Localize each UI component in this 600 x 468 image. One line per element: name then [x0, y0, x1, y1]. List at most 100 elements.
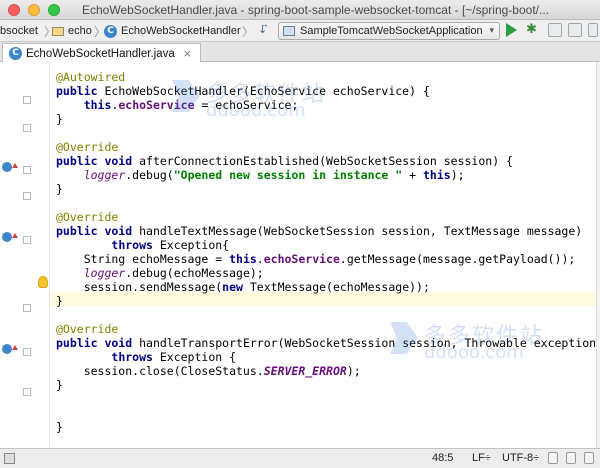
- coverage-icon[interactable]: [548, 23, 562, 37]
- code-token: }: [56, 378, 63, 392]
- debug-bug-icon[interactable]: ✱: [526, 22, 537, 37]
- window-titlebar: EchoWebSocketHandler.java - spring-boot-…: [0, 0, 600, 20]
- code-line[interactable]: logger.debug("Opened new session in inst…: [56, 168, 465, 182]
- code-line[interactable]: session.close(CloseStatus.SERVER_ERROR);: [56, 364, 361, 378]
- breadcrumb-class-label: EchoWebSocketHandler: [121, 25, 241, 37]
- lightbulb-icon[interactable]: [38, 276, 48, 288]
- code-token: handleTextMessage(WebSocketSession sessi…: [132, 224, 583, 238]
- code-token: afterConnectionEstablished(WebSocketSess…: [132, 154, 513, 168]
- code-token: TextMessage(echoMessage));: [242, 280, 430, 294]
- code-line[interactable]: String echoMessage = this.echoService.ge…: [56, 252, 576, 266]
- fold-marker-icon[interactable]: [23, 236, 31, 244]
- run-configuration-select[interactable]: SampleTomcatWebSocketApplication ▾: [278, 22, 500, 40]
- code-token: session.close(CloseStatus.: [56, 364, 264, 378]
- code-line[interactable]: @Override: [56, 322, 118, 336]
- code-editor[interactable]: @Autowired public EchoWebSocketHandler(Ec…: [0, 62, 600, 448]
- fold-marker-icon[interactable]: [23, 124, 31, 132]
- code-token: logger: [83, 266, 126, 280]
- code-line[interactable]: @Override: [56, 140, 118, 154]
- stop-icon[interactable]: [568, 23, 582, 37]
- tool-windows-icon[interactable]: [4, 453, 15, 464]
- file-encoding[interactable]: UTF-8÷: [502, 452, 539, 464]
- line-separator[interactable]: LF÷: [472, 452, 491, 464]
- code-token: .debug(: [125, 168, 174, 182]
- code-line[interactable]: }: [56, 112, 63, 126]
- code-token: public void: [56, 224, 133, 238]
- sort-descending-icon[interactable]: ↓⃗: [258, 23, 267, 36]
- code-line[interactable]: @Autowired: [56, 70, 125, 84]
- status-bar: 48:5 LF÷ UTF-8÷: [0, 448, 600, 468]
- class-icon: C: [104, 24, 117, 38]
- code-line[interactable]: public EchoWebSocketHandler(EchoService …: [56, 84, 430, 98]
- code-token: .debug(echoMessage);: [125, 266, 264, 280]
- window-minimize-button[interactable]: [28, 4, 40, 16]
- fold-marker-icon[interactable]: [23, 388, 31, 396]
- code-line[interactable]: public void handleTextMessage(WebSocketS…: [56, 224, 582, 238]
- code-token: .getMessage(message.getPayload());: [339, 252, 576, 266]
- code-token: = echoService;: [194, 98, 299, 112]
- code-token: }: [56, 294, 63, 308]
- breadcrumb-class[interactable]: C EchoWebSocketHandler: [104, 20, 241, 42]
- code-token: }: [56, 420, 63, 434]
- chevron-down-icon: ▾: [489, 25, 494, 35]
- code-line[interactable]: session.sendMessage(new TextMessage(echo…: [56, 280, 430, 294]
- override-marker-icon[interactable]: [2, 162, 18, 172]
- code-token: this: [229, 252, 257, 266]
- inspector-icon[interactable]: [566, 452, 576, 464]
- fold-marker-icon[interactable]: [23, 96, 31, 104]
- fold-marker-icon[interactable]: [23, 348, 31, 356]
- code-token: @Override: [56, 322, 119, 336]
- code-token: EchoWebSocketHandler(EchoService echoSer…: [97, 84, 430, 98]
- window-title: EchoWebSocketHandler.java - spring-boot-…: [82, 3, 549, 17]
- code-line[interactable]: }: [56, 294, 63, 308]
- window-close-button[interactable]: [8, 4, 20, 16]
- application-icon: [283, 26, 295, 36]
- code-token: @Override: [56, 210, 119, 224]
- code-line[interactable]: }: [56, 378, 63, 392]
- event-log-icon[interactable]: [584, 452, 594, 464]
- fold-marker-icon[interactable]: [23, 166, 31, 174]
- code-token: );: [346, 364, 361, 378]
- code-token: @Override: [56, 140, 119, 154]
- code-token: @Autowired: [56, 70, 126, 84]
- code-token: SERVER_ERROR: [263, 364, 347, 378]
- breadcrumb-folder-echo[interactable]: echo: [52, 20, 92, 42]
- override-marker-icon[interactable]: [2, 232, 18, 242]
- run-icon[interactable]: [506, 23, 517, 37]
- code-line[interactable]: public void handleTransportError(WebSock…: [56, 336, 600, 350]
- window-maximize-button[interactable]: [48, 4, 60, 16]
- code-line[interactable]: }: [56, 182, 63, 196]
- code-token: +: [402, 168, 423, 182]
- code-line[interactable]: logger.debug(echoMessage);: [56, 266, 264, 280]
- code-line[interactable]: public void afterConnectionEstablished(W…: [56, 154, 513, 168]
- cursor-position[interactable]: 48:5: [432, 452, 453, 464]
- code-line[interactable]: this.echoService = echoService;: [56, 98, 299, 112]
- lock-icon[interactable]: [548, 452, 558, 464]
- chevron-right-icon: 〉: [242, 24, 255, 39]
- close-icon[interactable]: ×: [183, 47, 192, 60]
- overflow-icon[interactable]: [588, 23, 598, 37]
- fold-marker-icon[interactable]: [23, 304, 31, 312]
- code-line[interactable]: throws Exception{: [56, 238, 229, 252]
- code-line[interactable]: }: [56, 420, 63, 434]
- breadcrumb-package-label: bsocket: [0, 25, 38, 37]
- code-token: throws: [111, 238, 153, 252]
- breadcrumb-package[interactable]: bsocket: [0, 20, 38, 42]
- code-token: Exception {: [152, 350, 237, 364]
- fold-marker-icon[interactable]: [23, 192, 31, 200]
- code-token: );: [450, 168, 465, 182]
- code-token: String echoMessage =: [56, 252, 230, 266]
- code-line[interactable]: @Override: [56, 210, 118, 224]
- code-token: this: [422, 168, 451, 182]
- code-token: public void: [56, 336, 133, 350]
- folder-icon: [52, 26, 64, 36]
- override-marker-icon[interactable]: [2, 344, 18, 354]
- code-line[interactable]: throws Exception {: [56, 350, 236, 364]
- code-token: logger: [83, 168, 126, 182]
- editor-scroll-gutter[interactable]: [596, 62, 600, 448]
- tab-echowebsockethandler[interactable]: C EchoWebSocketHandler.java ×: [2, 43, 201, 63]
